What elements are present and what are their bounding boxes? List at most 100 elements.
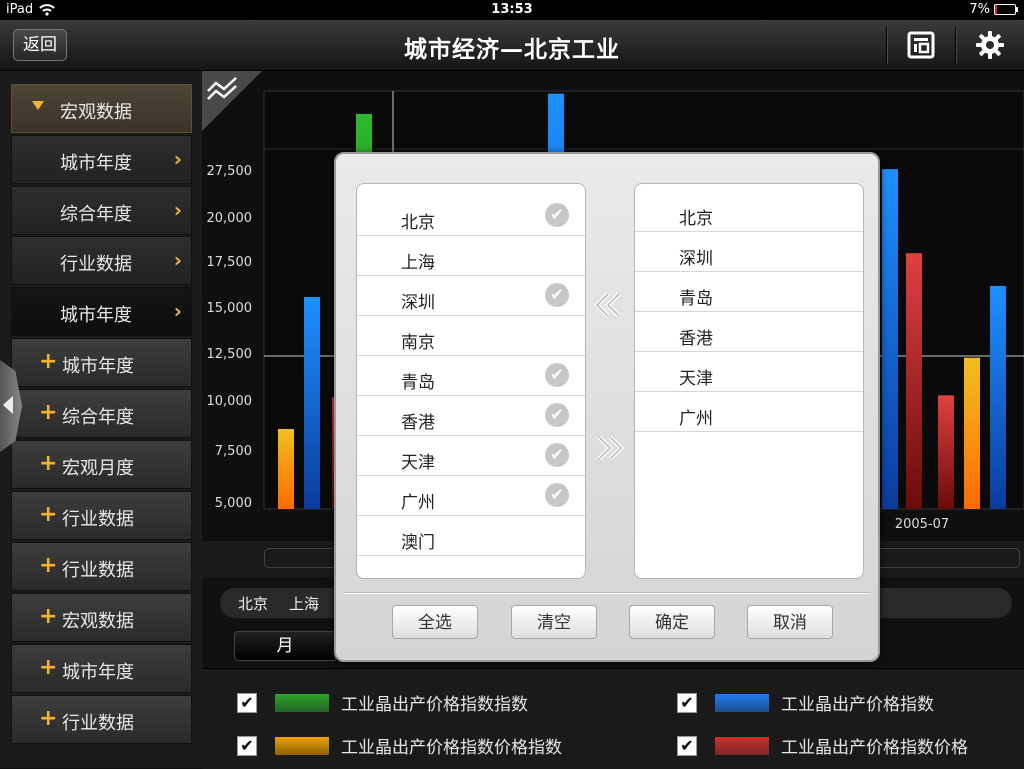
selected-city[interactable]: 青岛 (635, 272, 863, 312)
city-name: 南京 (401, 333, 435, 353)
sidebar-item[interactable]: + 行业数据 (11, 491, 192, 540)
bar[interactable] (906, 253, 922, 509)
sidebar-item[interactable]: + 宏观月度 (11, 440, 192, 489)
checkmark-icon: ✔ (545, 483, 569, 507)
gear-icon[interactable] (975, 30, 1005, 60)
available-city-list: 北京 ✔ 上海 深圳 ✔ 南京 青岛 ✔ 香港 ✔ 天津 ✔ 广州 ✔ 澳门 (356, 183, 586, 579)
legend-item[interactable]: ✔ 工业晶出产价格指数价格指数 (237, 733, 562, 758)
plus-icon: + (39, 604, 58, 629)
sidebar-item-label: 城市年度 (62, 662, 134, 683)
city-option[interactable]: 南京 (357, 316, 585, 356)
bar[interactable] (278, 429, 294, 509)
sidebar-item-label: 城市年度 (62, 356, 134, 377)
sidebar-item[interactable]: 城市年度 › (11, 287, 192, 336)
y-tick-label: 5,000 (215, 496, 252, 511)
city-option[interactable]: 天津 ✔ (357, 436, 585, 476)
legend-item[interactable]: ✔ 工业晶出产价格指数指数 (237, 690, 528, 715)
city-option[interactable]: 澳门 (357, 516, 585, 556)
chevron-right-icon: › (173, 248, 182, 272)
city-option[interactable]: 广州 ✔ (357, 476, 585, 516)
city-option[interactable]: 香港 ✔ (357, 396, 585, 436)
sidebar-item-label: 城市年度 (60, 305, 132, 326)
selected-city[interactable]: 广州 (635, 392, 863, 432)
city-option[interactable]: 上海 (357, 236, 585, 276)
legend-label: 工业晶出产价格指数价格指数 (341, 738, 562, 758)
city-name: 深圳 (401, 293, 435, 313)
city-name: 天津 (401, 453, 435, 473)
bar[interactable] (938, 395, 954, 509)
sidebar-item-label: 行业数据 (62, 560, 134, 581)
sidebar-item[interactable]: 行业数据 › (11, 236, 192, 285)
sidebar-item[interactable]: + 综合年度 (11, 389, 192, 438)
clock: 13:53 (491, 2, 533, 17)
sidebar-item-label: 宏观数据 (60, 102, 132, 123)
city-tag[interactable]: 北京 (238, 593, 268, 614)
sidebar-item-label: 宏观数据 (62, 611, 134, 632)
confirm-button[interactable]: 确定 (629, 605, 715, 639)
bar[interactable] (990, 285, 1006, 509)
clear-button[interactable]: 清空 (511, 605, 597, 639)
y-tick-label: 15,000 (207, 301, 253, 316)
legend-swatch (715, 736, 769, 755)
city-option[interactable]: 青岛 ✔ (357, 356, 585, 396)
bar[interactable] (304, 296, 320, 509)
plus-icon: + (39, 706, 58, 731)
sidebar-item[interactable]: + 城市年度 (11, 644, 192, 693)
city-option[interactable]: 深圳 ✔ (357, 276, 585, 316)
legend-label: 工业晶出产价格指数 (781, 695, 934, 715)
city-name: 天津 (679, 369, 713, 389)
city-name: 澳门 (401, 533, 435, 553)
legend-swatch (275, 693, 329, 712)
sidebar-item[interactable]: + 城市年度 (11, 338, 192, 387)
sidebar-item-label: 行业数据 (62, 713, 134, 734)
sidebar-item[interactable]: 城市年度 › (11, 135, 192, 184)
selected-city[interactable]: 深圳 (635, 232, 863, 272)
y-tick-label: 20,000 (207, 211, 253, 226)
legend-label: 工业晶出产价格指数价格 (781, 738, 968, 758)
legend-checkbox[interactable]: ✔ (237, 692, 257, 713)
sidebar-item[interactable]: + 行业数据 (11, 695, 192, 744)
y-tick-label: 7,500 (215, 444, 252, 459)
line-chart-icon[interactable] (206, 75, 240, 103)
move-left-icon[interactable] (592, 290, 624, 320)
legend-item[interactable]: ✔ 工业晶出产价格指数价格 (677, 733, 968, 758)
sidebar-item[interactable]: 综合年度 › (11, 186, 192, 235)
sidebar-item[interactable]: + 行业数据 (11, 542, 192, 591)
page-title: 城市经济—北京工业 (404, 37, 620, 63)
plus-icon: + (39, 553, 58, 578)
legend-item[interactable]: ✔ 工业晶出产价格指数 (677, 690, 934, 715)
tab-month[interactable]: 月 (234, 631, 336, 661)
city-option[interactable]: 北京 ✔ (357, 196, 585, 236)
plus-icon: + (39, 655, 58, 680)
cancel-button[interactable]: 取消 (747, 605, 833, 639)
city-tag[interactable]: 上海 (289, 593, 319, 614)
bar[interactable] (964, 357, 980, 509)
chevron-left-icon (3, 396, 13, 414)
legend-checkbox[interactable]: ✔ (677, 735, 697, 756)
city-name: 北京 (679, 209, 713, 229)
city-name: 广州 (401, 493, 435, 513)
layout-icon[interactable] (906, 30, 936, 60)
legend-swatch (715, 693, 769, 712)
divider (344, 592, 870, 593)
bar[interactable] (882, 169, 898, 509)
select-all-button[interactable]: 全选 (392, 605, 478, 639)
legend-label: 工业晶出产价格指数指数 (341, 695, 528, 715)
city-select-dialog: 北京 ✔ 上海 深圳 ✔ 南京 青岛 ✔ 香港 ✔ 天津 ✔ 广州 ✔ 澳门 北京 深圳 青岛 香港 天津 广州 全选… (334, 152, 880, 662)
sidebar-item[interactable]: 宏观数据 (11, 84, 192, 133)
checkmark-icon: ✔ (545, 363, 569, 387)
selected-city[interactable]: 香港 (635, 312, 863, 352)
city-name: 广州 (679, 409, 713, 429)
plus-icon: + (39, 451, 58, 476)
legend-checkbox[interactable]: ✔ (237, 735, 257, 756)
selected-city[interactable]: 北京 (635, 192, 863, 232)
legend-checkbox[interactable]: ✔ (677, 692, 697, 713)
move-right-icon[interactable] (594, 433, 626, 463)
checkmark-icon: ✔ (545, 203, 569, 227)
checkmark-icon: ✔ (545, 403, 569, 427)
sidebar-item[interactable]: + 宏观数据 (11, 593, 192, 642)
y-tick-label: 17,500 (207, 255, 253, 270)
navigation-bar: 返回 城市经济—北京工业 (0, 20, 1024, 71)
sidebar-item-label: 行业数据 (62, 509, 134, 530)
selected-city[interactable]: 天津 (635, 352, 863, 392)
